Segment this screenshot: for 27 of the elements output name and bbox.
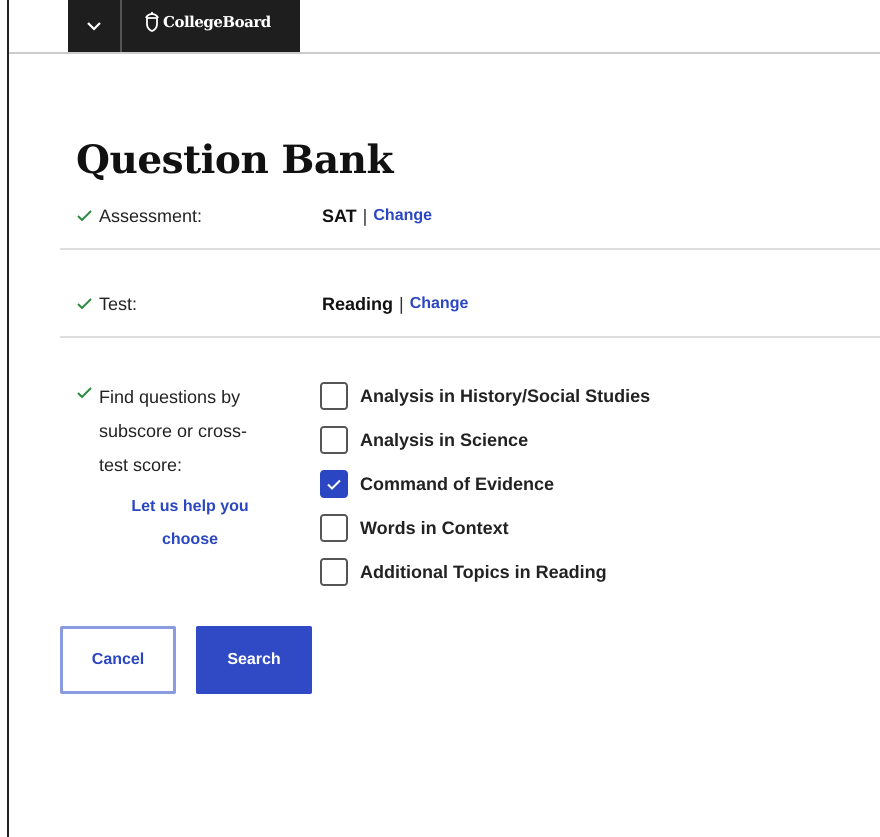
separator: | [399,294,404,314]
step-value: Reading [322,294,394,314]
option-label: Words in Context [360,518,509,538]
step-label: Assessment: [99,206,202,226]
page-title: Question Bank [76,136,396,184]
change-link[interactable]: Change [410,295,468,313]
cancel-button[interactable]: Cancel [60,626,176,694]
option-label: Analysis in History/Social Studies [360,386,650,406]
chevron-down-icon [87,22,101,30]
checkbox[interactable] [320,558,348,586]
step-label: Test: [99,294,138,314]
step-value: SAT [322,206,357,226]
change-link[interactable]: Change [373,207,432,225]
check-icon [327,478,341,490]
checkbox[interactable] [320,382,348,410]
filter-label: Find questions by subscore or cross-test score: [99,386,248,477]
checkbox[interactable] [320,514,348,542]
option-label: Additional Topics in Reading [360,562,607,582]
search-button[interactable]: Search [196,626,312,694]
brand-logo[interactable]: CollegeBoard [122,0,271,44]
checkbox[interactable] [320,470,348,498]
acorn-icon [144,12,160,32]
option-label: Command of Evidence [360,474,554,494]
option-label: Analysis in Science [360,430,528,450]
separator: | [362,206,368,226]
help-link[interactable]: Let us help you choose [130,490,250,556]
checkbox[interactable] [320,426,348,454]
